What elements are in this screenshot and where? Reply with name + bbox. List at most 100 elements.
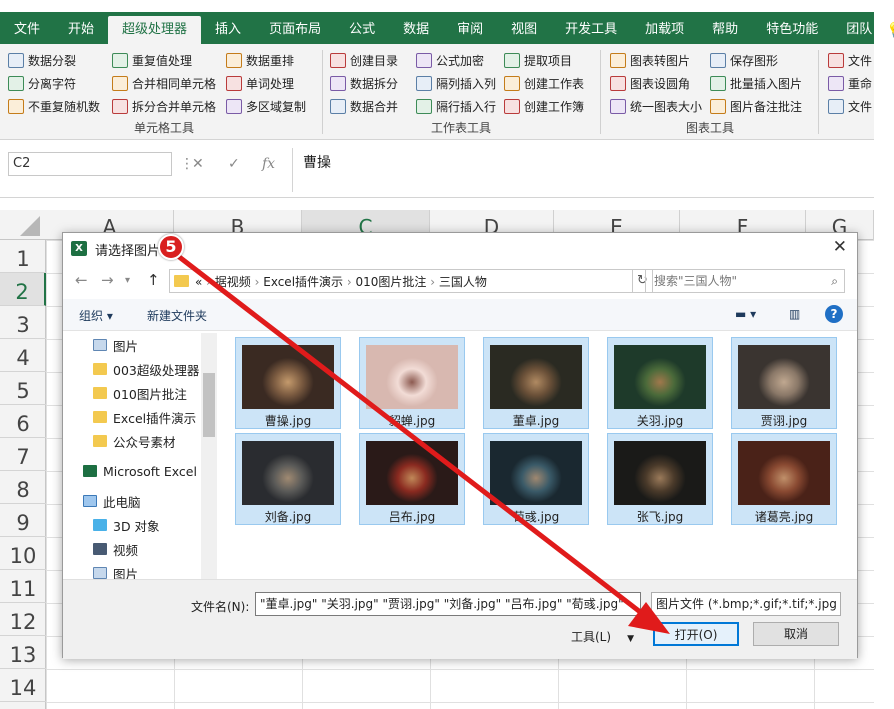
file-item[interactable]: 吕布.jpg xyxy=(359,433,465,525)
fx-icon[interactable]: fx xyxy=(262,152,275,176)
nav-item[interactable]: 003超级处理器 xyxy=(93,357,217,381)
breadcrumb[interactable]: « › 据视频 › Excel插件演示 › 010图片批注 › 三国人物 xyxy=(195,273,487,290)
ribbon-command[interactable]: 合并相同单元格 xyxy=(112,72,216,94)
file-item[interactable]: 貂蝉.jpg xyxy=(359,337,465,429)
ribbon-command[interactable]: 数据拆分 xyxy=(330,72,398,94)
ribbon-tab[interactable]: 数据 xyxy=(389,16,443,44)
ribbon-command[interactable]: 创建工作表 xyxy=(504,72,584,94)
row-header[interactable]: 2 xyxy=(0,273,46,306)
nav-item[interactable]: 视频 xyxy=(93,537,217,561)
cancel-icon[interactable]: ✕ xyxy=(192,152,204,176)
ribbon-command[interactable]: 隔行插入行 xyxy=(416,95,496,117)
nav-item[interactable]: Excel插件演示 xyxy=(93,405,217,429)
breadcrumb-item[interactable]: 三国人物 xyxy=(439,275,487,289)
nav-scrollbar-thumb[interactable] xyxy=(203,373,215,437)
ribbon-command[interactable]: 拆分合并单元格 xyxy=(112,95,216,117)
ribbon-command[interactable]: 文件 xyxy=(828,49,872,71)
cancel-button[interactable]: 取消 xyxy=(753,622,839,646)
select-all-corner[interactable] xyxy=(0,210,46,240)
ribbon-tab[interactable]: 文件 xyxy=(0,16,54,44)
row-header[interactable]: 9 xyxy=(0,504,46,537)
row-header[interactable]: 10 xyxy=(0,537,46,570)
confirm-icon[interactable]: ✓ xyxy=(228,152,240,176)
ribbon-tab[interactable]: 特色功能 xyxy=(752,16,832,44)
ribbon-command[interactable]: 批量插入图片 xyxy=(710,72,802,94)
row-header[interactable]: 11 xyxy=(0,570,46,603)
file-item[interactable]: 荀彧.jpg xyxy=(483,433,589,525)
file-item[interactable]: 张飞.jpg xyxy=(607,433,713,525)
ribbon-tab[interactable]: 视图 xyxy=(497,16,551,44)
nav-item[interactable]: 公众号素材 xyxy=(93,429,217,453)
row-header[interactable]: 14 xyxy=(0,669,46,702)
ribbon-command[interactable]: 数据重排 xyxy=(226,49,306,71)
ribbon-command[interactable]: 创建工作簿 xyxy=(504,95,584,117)
ribbon-command[interactable]: 文件 xyxy=(828,95,872,117)
row-header[interactable]: 5 xyxy=(0,372,46,405)
ribbon-tab[interactable]: 页面布局 xyxy=(255,16,335,44)
row-header[interactable]: 3 xyxy=(0,306,46,339)
ribbon-command[interactable]: 创建目录 xyxy=(330,49,398,71)
row-header[interactable]: 6 xyxy=(0,405,46,438)
row-header[interactable]: 4 xyxy=(0,339,46,372)
tools-menu[interactable]: 工具(L) ▼ xyxy=(571,628,634,645)
close-icon[interactable]: ✕ xyxy=(833,237,847,257)
nav-item[interactable]: 3D 对象 xyxy=(93,513,217,537)
ribbon-tab[interactable]: 超级处理器 xyxy=(108,16,202,44)
breadcrumb-item[interactable]: Excel插件演示 xyxy=(263,275,343,289)
file-item[interactable]: 贾诩.jpg xyxy=(731,337,837,429)
ribbon-command[interactable]: 提取项目 xyxy=(504,49,584,71)
ribbon-command[interactable]: 重复值处理 xyxy=(112,49,216,71)
file-item[interactable]: 关羽.jpg xyxy=(607,337,713,429)
nav-item[interactable]: 010图片批注 xyxy=(93,381,217,405)
nav-scrollbar[interactable] xyxy=(201,333,217,579)
search-input[interactable]: 搜索"三国人物" ⌕ xyxy=(645,269,845,293)
ribbon-command[interactable]: 保存图形 xyxy=(710,49,802,71)
ribbon-tab[interactable]: 开发工具 xyxy=(551,16,631,44)
row-header[interactable]: 7 xyxy=(0,438,46,471)
ribbon-command[interactable]: 重命 xyxy=(828,72,872,94)
ribbon-tab[interactable]: 帮助 xyxy=(698,16,752,44)
ribbon-command[interactable]: 单词处理 xyxy=(226,72,306,94)
filename-input[interactable]: "董卓.jpg" "关羽.jpg" "贾诩.jpg" "刘备.jpg" "吕布.… xyxy=(255,592,641,616)
view-icon[interactable]: ▬ ▾ xyxy=(735,307,756,321)
nav-item[interactable]: 图片 xyxy=(93,561,217,579)
file-item[interactable]: 诸葛亮.jpg xyxy=(731,433,837,525)
open-button[interactable]: 打开(O) xyxy=(653,622,739,646)
help-icon[interactable]: ? xyxy=(825,305,843,323)
search-icon[interactable]: ⌕ xyxy=(831,270,838,292)
up-arrow-icon[interactable]: ↑ xyxy=(147,271,160,289)
row-header[interactable]: 8 xyxy=(0,471,46,504)
nav-item[interactable]: Microsoft Excel xyxy=(83,459,217,483)
nav-item[interactable]: 图片📌 xyxy=(93,333,217,357)
chevron-down-icon[interactable]: ▾ xyxy=(125,275,130,286)
ribbon-command[interactable]: 数据合并 xyxy=(330,95,398,117)
ribbon-command[interactable]: 统一图表大小 xyxy=(610,95,702,117)
row-header[interactable]: 1 xyxy=(0,240,46,273)
breadcrumb-item[interactable]: 据视频 xyxy=(215,275,251,289)
ribbon-command[interactable]: 图表设圆角 xyxy=(610,72,702,94)
row-header[interactable]: 12 xyxy=(0,603,46,636)
ribbon-command[interactable]: 分离字符 xyxy=(8,72,100,94)
forward-arrow-icon[interactable]: → xyxy=(101,271,114,289)
address-bar[interactable]: « › 据视频 › Excel插件演示 › 010图片批注 › 三国人物 xyxy=(169,269,633,293)
lightbulb-icon[interactable]: 💡 xyxy=(886,16,894,44)
preview-pane-icon[interactable]: ▥ xyxy=(789,307,800,321)
ribbon-tab[interactable]: 开始 xyxy=(54,16,108,44)
ribbon-command[interactable]: 多区域复制 xyxy=(226,95,306,117)
formula-input[interactable]: 曹操 xyxy=(292,148,874,192)
organize-button[interactable]: 组织 ▾ xyxy=(79,307,113,324)
ribbon-command[interactable]: 图表转图片 xyxy=(610,49,702,71)
back-arrow-icon[interactable]: ← xyxy=(75,271,88,289)
new-folder-button[interactable]: 新建文件夹 xyxy=(147,307,207,324)
ribbon-command[interactable]: 图片备注批注 xyxy=(710,95,802,117)
filetype-select[interactable]: 图片文件 (*.bmp;*.gif;*.tif;*.jpg xyxy=(651,592,841,616)
file-item[interactable]: 曹操.jpg xyxy=(235,337,341,429)
ribbon-command[interactable]: 不重复随机数 xyxy=(8,95,100,117)
ribbon-command[interactable]: 隔列插入列 xyxy=(416,72,496,94)
row-header[interactable]: 13 xyxy=(0,636,46,669)
ribbon-tab[interactable]: 公式 xyxy=(335,16,389,44)
ribbon-tab[interactable]: 插入 xyxy=(201,16,255,44)
ribbon-tab[interactable]: 加载项 xyxy=(631,16,698,44)
file-item[interactable]: 董卓.jpg xyxy=(483,337,589,429)
file-item[interactable]: 刘备.jpg xyxy=(235,433,341,525)
